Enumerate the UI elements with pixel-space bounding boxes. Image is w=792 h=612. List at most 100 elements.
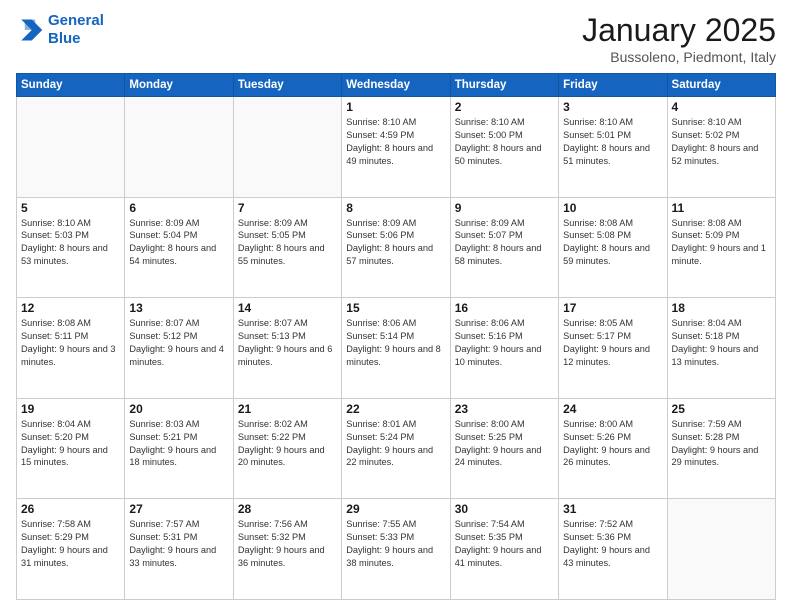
day-info: Sunrise: 8:08 AM Sunset: 5:11 PM Dayligh… — [21, 317, 120, 369]
location-subtitle: Bussoleno, Piedmont, Italy — [582, 49, 776, 65]
day-info: Sunrise: 8:07 AM Sunset: 5:12 PM Dayligh… — [129, 317, 228, 369]
day-info: Sunrise: 8:09 AM Sunset: 5:07 PM Dayligh… — [455, 217, 554, 269]
day-info: Sunrise: 8:08 AM Sunset: 5:08 PM Dayligh… — [563, 217, 662, 269]
day-info: Sunrise: 7:55 AM Sunset: 5:33 PM Dayligh… — [346, 518, 445, 570]
calendar-cell: 25Sunrise: 7:59 AM Sunset: 5:28 PM Dayli… — [667, 398, 775, 499]
logo-icon — [16, 16, 44, 44]
calendar-week-0: 1Sunrise: 8:10 AM Sunset: 4:59 PM Daylig… — [17, 97, 776, 198]
day-info: Sunrise: 8:03 AM Sunset: 5:21 PM Dayligh… — [129, 418, 228, 470]
calendar-cell — [233, 97, 341, 198]
calendar-cell: 29 Sunrise: 7:55 AM Sunset: 5:33 PM Dayli… — [342, 499, 450, 600]
day-info: Sunrise: 7:54 AM Sunset: 5:35 PM Dayligh… — [455, 518, 554, 570]
day-number: 18 — [672, 301, 771, 315]
calendar-cell: 8 Sunrise: 8:09 AM Sunset: 5:06 PM Daylig… — [342, 197, 450, 298]
calendar-cell: 13 Sunrise: 8:07 AM Sunset: 5:12 PM Dayli… — [125, 298, 233, 399]
day-number: 21 — [238, 402, 337, 416]
day-number: 8 — [346, 201, 445, 215]
header: General Blue January 2025 Bussoleno, Pie… — [16, 12, 776, 65]
calendar-cell: 27 Sunrise: 7:57 AM Sunset: 5:31 PM Dayli… — [125, 499, 233, 600]
calendar-cell: 31Sunrise: 7:52 AM Sunset: 5:36 PM Dayli… — [559, 499, 667, 600]
calendar-cell: 3Sunrise: 8:10 AM Sunset: 5:01 PM Daylig… — [559, 97, 667, 198]
day-number: 24 — [563, 402, 662, 416]
day-info: Sunrise: 8:04 AM Sunset: 5:18 PM Dayligh… — [672, 317, 771, 369]
day-info: Sunrise: 8:10 AM Sunset: 5:02 PM Dayligh… — [672, 116, 771, 168]
calendar-cell: 20 Sunrise: 8:03 AM Sunset: 5:21 PM Dayli… — [125, 398, 233, 499]
calendar-cell: 6 Sunrise: 8:09 AM Sunset: 5:04 PM Daylig… — [125, 197, 233, 298]
calendar-cell: 2Sunrise: 8:10 AM Sunset: 5:00 PM Daylig… — [450, 97, 558, 198]
day-info: Sunrise: 8:09 AM Sunset: 5:05 PM Dayligh… — [238, 217, 337, 269]
logo: General Blue — [16, 12, 104, 48]
day-number: 15 — [346, 301, 445, 315]
day-info: Sunrise: 7:59 AM Sunset: 5:28 PM Dayligh… — [672, 418, 771, 470]
day-number: 26 — [21, 502, 120, 516]
calendar-header-row: SundayMondayTuesdayWednesdayThursdayFrid… — [17, 74, 776, 97]
day-info: Sunrise: 8:00 AM Sunset: 5:25 PM Dayligh… — [455, 418, 554, 470]
logo-line1: General — [48, 12, 104, 29]
calendar-cell: 22Sunrise: 8:01 AM Sunset: 5:24 PM Dayli… — [342, 398, 450, 499]
day-header-sunday: Sunday — [17, 74, 125, 97]
page: General Blue January 2025 Bussoleno, Pie… — [0, 0, 792, 612]
day-info: Sunrise: 8:06 AM Sunset: 5:14 PM Dayligh… — [346, 317, 445, 369]
day-header-thursday: Thursday — [450, 74, 558, 97]
day-info: Sunrise: 7:56 AM Sunset: 5:32 PM Dayligh… — [238, 518, 337, 570]
calendar-cell: 23 Sunrise: 8:00 AM Sunset: 5:25 PM Dayli… — [450, 398, 558, 499]
day-info: Sunrise: 8:06 AM Sunset: 5:16 PM Dayligh… — [455, 317, 554, 369]
calendar-week-4: 26Sunrise: 7:58 AM Sunset: 5:29 PM Dayli… — [17, 499, 776, 600]
day-number: 29 — [346, 502, 445, 516]
day-number: 20 — [129, 402, 228, 416]
day-info: Sunrise: 8:10 AM Sunset: 5:01 PM Dayligh… — [563, 116, 662, 168]
day-number: 2 — [455, 100, 554, 114]
day-number: 19 — [21, 402, 120, 416]
day-info: Sunrise: 8:01 AM Sunset: 5:24 PM Dayligh… — [346, 418, 445, 470]
calendar-cell: 1Sunrise: 8:10 AM Sunset: 4:59 PM Daylig… — [342, 97, 450, 198]
day-number: 14 — [238, 301, 337, 315]
logo-line2: Blue — [48, 30, 81, 47]
day-header-monday: Monday — [125, 74, 233, 97]
calendar-cell: 16 Sunrise: 8:06 AM Sunset: 5:16 PM Dayli… — [450, 298, 558, 399]
calendar-cell — [125, 97, 233, 198]
day-number: 9 — [455, 201, 554, 215]
day-info: Sunrise: 8:09 AM Sunset: 5:06 PM Dayligh… — [346, 217, 445, 269]
calendar-cell: 15 Sunrise: 8:06 AM Sunset: 5:14 PM Dayli… — [342, 298, 450, 399]
calendar-cell: 5 Sunrise: 8:10 AM Sunset: 5:03 PM Daylig… — [17, 197, 125, 298]
calendar-cell: 17Sunrise: 8:05 AM Sunset: 5:17 PM Dayli… — [559, 298, 667, 399]
title-section: January 2025 Bussoleno, Piedmont, Italy — [582, 12, 776, 65]
day-info: Sunrise: 7:57 AM Sunset: 5:31 PM Dayligh… — [129, 518, 228, 570]
day-header-tuesday: Tuesday — [233, 74, 341, 97]
day-number: 13 — [129, 301, 228, 315]
calendar-cell: 24 Sunrise: 8:00 AM Sunset: 5:26 PM Dayli… — [559, 398, 667, 499]
day-number: 12 — [21, 301, 120, 315]
day-info: Sunrise: 8:07 AM Sunset: 5:13 PM Dayligh… — [238, 317, 337, 369]
calendar-cell: 11Sunrise: 8:08 AM Sunset: 5:09 PM Dayli… — [667, 197, 775, 298]
day-info: Sunrise: 8:00 AM Sunset: 5:26 PM Dayligh… — [563, 418, 662, 470]
day-number: 6 — [129, 201, 228, 215]
calendar-cell: 7 Sunrise: 8:09 AM Sunset: 5:05 PM Daylig… — [233, 197, 341, 298]
calendar-cell: 12 Sunrise: 8:08 AM Sunset: 5:11 PM Dayli… — [17, 298, 125, 399]
day-number: 30 — [455, 502, 554, 516]
day-number: 1 — [346, 100, 445, 114]
calendar-cell: 18 Sunrise: 8:04 AM Sunset: 5:18 PM Dayli… — [667, 298, 775, 399]
day-info: Sunrise: 8:04 AM Sunset: 5:20 PM Dayligh… — [21, 418, 120, 470]
day-number: 27 — [129, 502, 228, 516]
day-header-friday: Friday — [559, 74, 667, 97]
calendar-cell: 4Sunrise: 8:10 AM Sunset: 5:02 PM Daylig… — [667, 97, 775, 198]
day-info: Sunrise: 8:02 AM Sunset: 5:22 PM Dayligh… — [238, 418, 337, 470]
day-number: 5 — [21, 201, 120, 215]
day-info: Sunrise: 8:09 AM Sunset: 5:04 PM Dayligh… — [129, 217, 228, 269]
calendar-cell: 21 Sunrise: 8:02 AM Sunset: 5:22 PM Dayli… — [233, 398, 341, 499]
day-number: 16 — [455, 301, 554, 315]
calendar-cell: 10Sunrise: 8:08 AM Sunset: 5:08 PM Dayli… — [559, 197, 667, 298]
calendar-cell: 30 Sunrise: 7:54 AM Sunset: 5:35 PM Dayli… — [450, 499, 558, 600]
calendar-cell: 14 Sunrise: 8:07 AM Sunset: 5:13 PM Dayli… — [233, 298, 341, 399]
day-number: 17 — [563, 301, 662, 315]
day-header-wednesday: Wednesday — [342, 74, 450, 97]
day-number: 11 — [672, 201, 771, 215]
day-number: 23 — [455, 402, 554, 416]
day-number: 28 — [238, 502, 337, 516]
day-header-saturday: Saturday — [667, 74, 775, 97]
day-number: 7 — [238, 201, 337, 215]
calendar-week-1: 5 Sunrise: 8:10 AM Sunset: 5:03 PM Daylig… — [17, 197, 776, 298]
calendar-table: SundayMondayTuesdayWednesdayThursdayFrid… — [16, 73, 776, 600]
day-info: Sunrise: 8:10 AM Sunset: 5:03 PM Dayligh… — [21, 217, 120, 269]
calendar-cell: 19 Sunrise: 8:04 AM Sunset: 5:20 PM Dayli… — [17, 398, 125, 499]
